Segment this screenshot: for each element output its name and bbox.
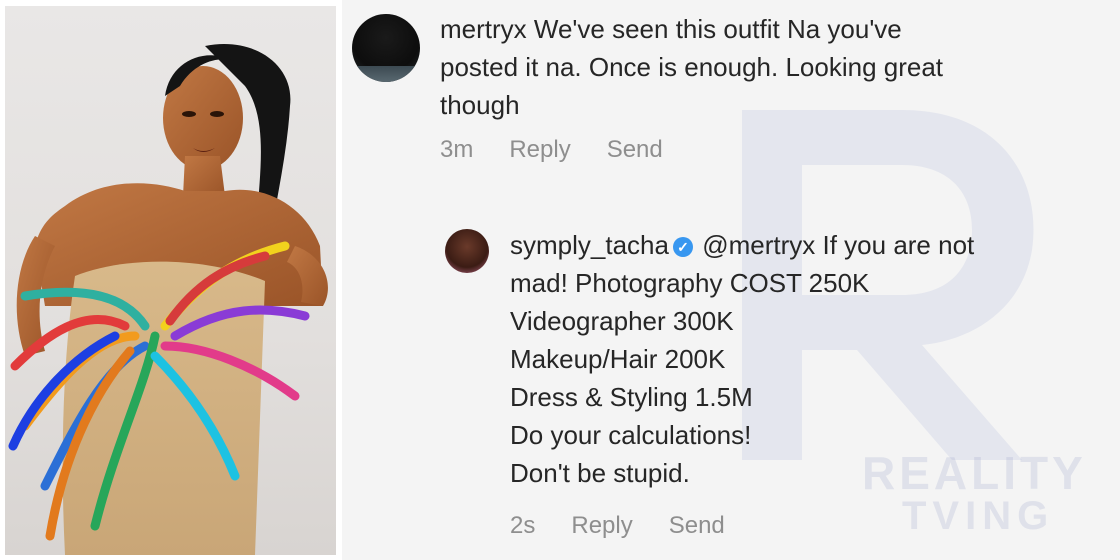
comment-screenshot: REALITY TVING mertryx We've seen this ou… xyxy=(342,0,1120,560)
comment-2: symply_tacha ✓ @mertryx If you are not ma… xyxy=(510,226,1110,492)
comment-body-line: Don't be stupid. xyxy=(510,458,690,488)
comment-meta: 2s Reply Send xyxy=(510,512,725,540)
comment-body-line: mad! Photography COST 250K xyxy=(510,268,870,298)
comment-1: mertryx We've seen this outfit Na you've… xyxy=(440,10,1100,124)
verified-badge-icon: ✓ xyxy=(672,237,693,257)
comment-meta: 3m Reply Send xyxy=(440,136,663,164)
comment-body-line: Videographer 300K xyxy=(510,306,734,336)
avatar[interactable] xyxy=(352,14,420,82)
avatar[interactable] xyxy=(445,229,489,273)
reply-button[interactable]: Reply xyxy=(571,512,632,540)
photo-panel xyxy=(5,6,336,555)
reply-button[interactable]: Reply xyxy=(509,136,570,164)
comment-username[interactable]: symply_tacha xyxy=(510,230,669,260)
woman-photo xyxy=(8,44,328,555)
collage: REALITY TVING mertryx We've seen this ou… xyxy=(0,0,1120,560)
comment-body-line: Makeup/Hair 200K xyxy=(510,344,726,374)
comment-username[interactable]: mertryx xyxy=(440,14,527,44)
send-button[interactable]: Send xyxy=(669,512,725,540)
watermark-text-2: TVING xyxy=(902,494,1055,538)
comment-body-line: We've seen this outfit Na you've xyxy=(533,14,902,44)
comment-time: 2s xyxy=(510,512,536,539)
send-button[interactable]: Send xyxy=(607,136,663,164)
comment-body-line: If you are not xyxy=(822,230,975,260)
comment-body-line: though xyxy=(440,90,520,120)
mention-link[interactable]: @mertryx xyxy=(702,230,815,260)
comment-time: 3m xyxy=(440,136,474,163)
comment-body-line: Do your calculations! xyxy=(510,420,752,450)
comment-body-line: posted it na. Once is enough. Looking gr… xyxy=(440,52,944,82)
comment-body-line: Dress & Styling 1.5M xyxy=(510,382,753,412)
